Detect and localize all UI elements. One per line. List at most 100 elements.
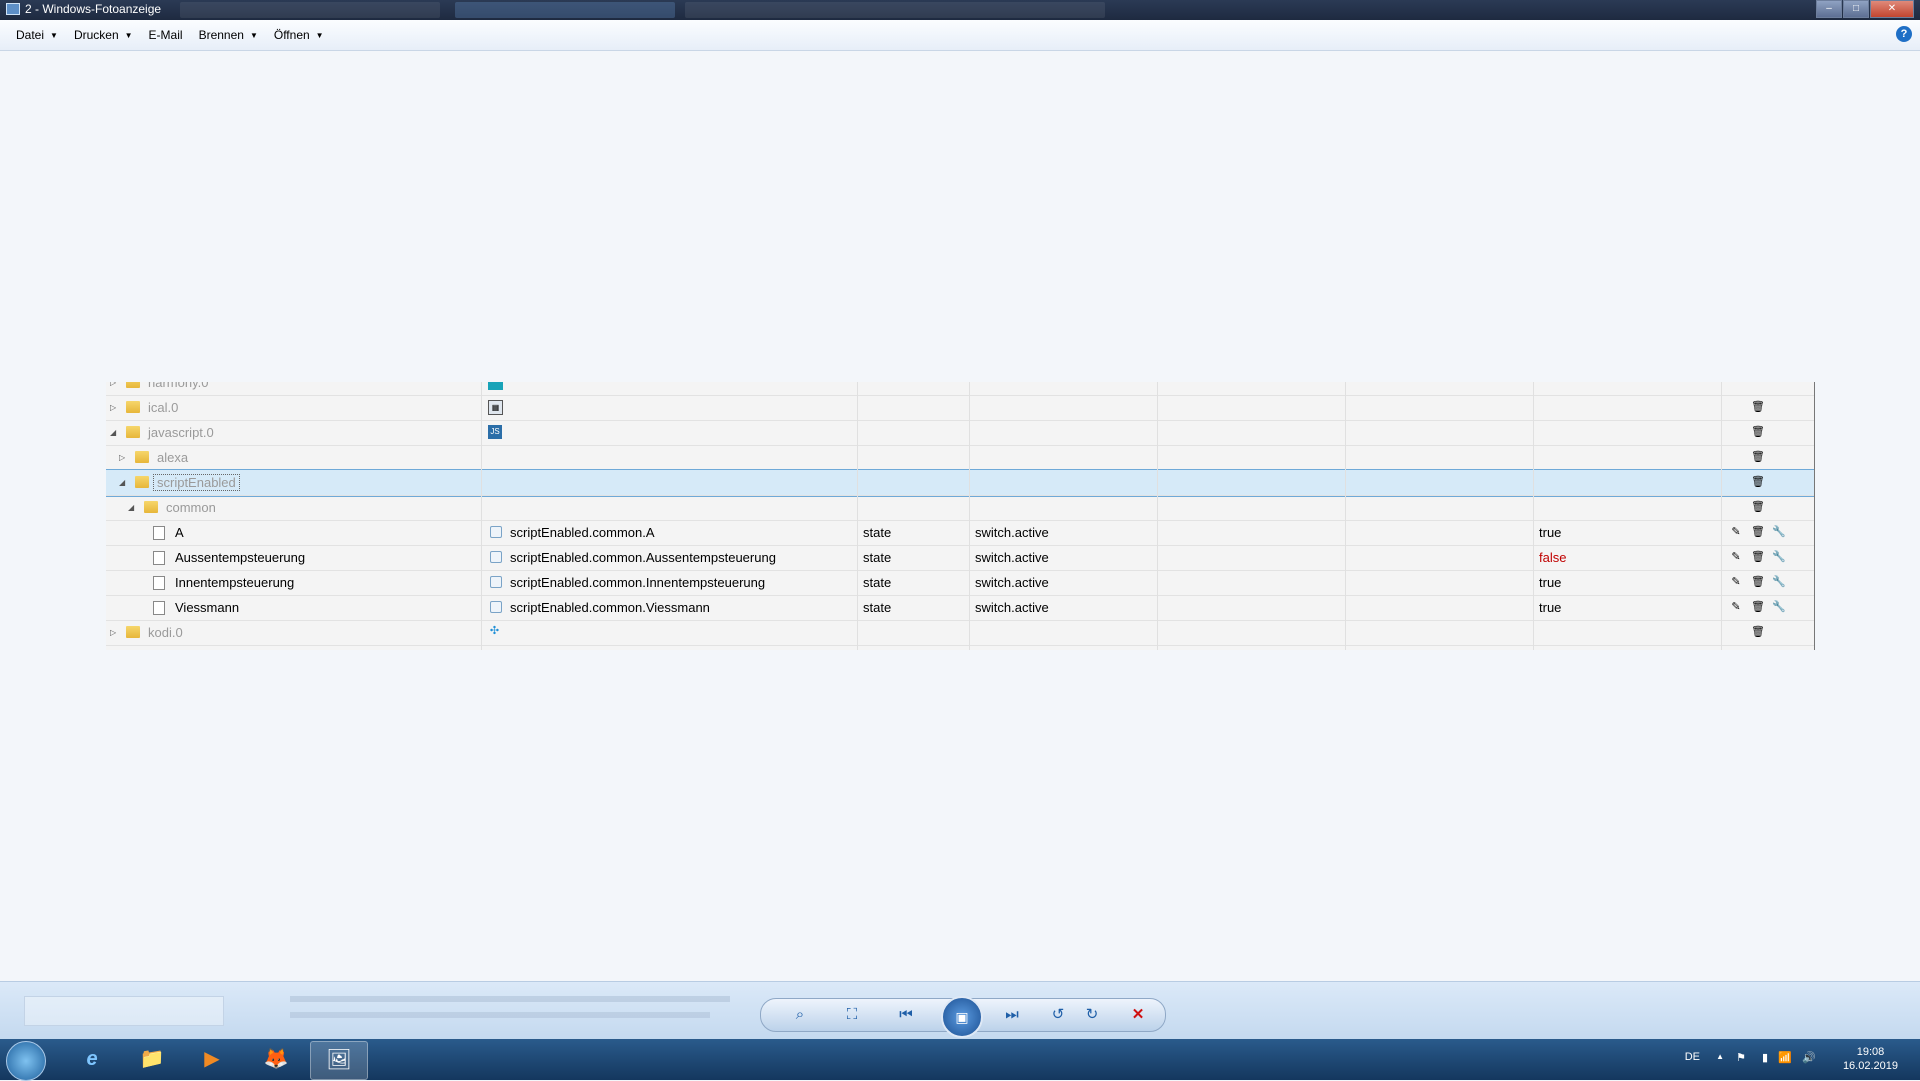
help-icon[interactable]: ? xyxy=(1896,26,1912,42)
column-divider xyxy=(969,382,970,650)
object-value[interactable]: true xyxy=(1539,570,1561,595)
start-button[interactable] xyxy=(6,1041,46,1081)
tree-row-state-aussentempsteuerung[interactable]: Aussentempsteuerung scriptEnabled.common… xyxy=(106,545,1814,571)
folder-icon xyxy=(144,501,158,513)
delete-icon[interactable]: 🗑 xyxy=(1751,499,1765,515)
wrench-icon[interactable]: 🔧 xyxy=(1772,599,1786,615)
tree-row-name: Aussentempsteuerung xyxy=(175,550,306,565)
network-icon[interactable]: 📶 xyxy=(1778,1051,1792,1064)
photo-viewer-taskbar-icon[interactable]: 🖼 xyxy=(310,1041,368,1080)
media-player-icon[interactable]: ▶ xyxy=(184,1041,240,1078)
tree-row-name: Innentempsteuerung xyxy=(175,575,295,590)
menu-email[interactable]: E-Mail xyxy=(149,28,183,42)
tree-row-javascript[interactable]: ◢ javascript.0 JS 🗑 xyxy=(106,420,1814,446)
clock-time: 19:08 xyxy=(1856,1046,1885,1058)
edit-icon[interactable]: ✎ xyxy=(1729,599,1743,615)
object-role: switch.active xyxy=(975,525,1049,540)
tree-row-name-editing[interactable]: scriptEnabled xyxy=(153,470,240,495)
blurred-tab xyxy=(180,2,440,18)
edit-icon[interactable]: ✎ xyxy=(1729,574,1743,590)
object-role: switch.active xyxy=(975,600,1049,615)
delete-image-icon[interactable]: ✕ xyxy=(1127,1005,1149,1025)
tree-row-alexa[interactable]: ▷ alexa 🗑 xyxy=(106,445,1814,471)
object-type: state xyxy=(863,600,892,615)
folder-icon xyxy=(126,401,140,413)
collapse-icon[interactable]: ◢ xyxy=(119,470,125,495)
column-divider xyxy=(1345,382,1346,650)
object-value[interactable]: true xyxy=(1539,595,1561,620)
volume-icon[interactable]: 🔊 xyxy=(1802,1051,1816,1064)
object-value[interactable]: false xyxy=(1539,545,1566,570)
tree-row-kodi[interactable]: ▷ kodi.0 ✣ 🗑 xyxy=(106,620,1814,646)
tree-row-state-innentempsteuerung[interactable]: Innentempsteuerung scriptEnabled.common.… xyxy=(106,570,1814,596)
close-button[interactable]: ✕ xyxy=(1870,0,1914,18)
state-icon xyxy=(490,551,502,563)
clock[interactable]: 19:08 16.02.2019 xyxy=(1843,1045,1898,1073)
collapse-icon[interactable]: ◢ xyxy=(128,495,134,520)
tree-row-name: kodi.0 xyxy=(148,625,183,640)
device-icon[interactable]: ▮ xyxy=(1762,1051,1768,1064)
tree-row-state-a[interactable]: A scriptEnabled.common.A state switch.ac… xyxy=(106,520,1814,546)
delete-icon[interactable]: 🗑 xyxy=(1751,399,1765,415)
object-id: scriptEnabled.common.Viessmann xyxy=(510,600,710,615)
tree-row-state-viessmann[interactable]: Viessmann scriptEnabled.common.Viessmann… xyxy=(106,595,1814,621)
delete-icon[interactable]: 🗑 xyxy=(1751,424,1765,440)
wrench-icon[interactable]: 🔧 xyxy=(1772,549,1786,565)
window-title: 2 - Windows-Fotoanzeige xyxy=(6,2,161,16)
blurred-status-text xyxy=(290,1012,710,1018)
delete-icon[interactable]: 🗑 xyxy=(1751,574,1765,590)
fit-window-icon[interactable]: ⛶ xyxy=(841,1005,863,1025)
action-center-icon[interactable]: ⚑ xyxy=(1736,1051,1746,1064)
menu-datei[interactable]: Datei ▼ xyxy=(16,28,58,42)
menu-drucken[interactable]: Drucken ▼ xyxy=(74,28,133,42)
rotate-left-icon[interactable]: ↺ xyxy=(1047,1005,1069,1025)
tree-row-name: alexa xyxy=(157,450,189,465)
zoom-icon[interactable]: ⌕ xyxy=(789,1005,811,1025)
tree-row-name: ical.0 xyxy=(148,400,179,415)
explorer-icon[interactable]: 📁 xyxy=(124,1041,180,1078)
chevron-down-icon: ▼ xyxy=(50,30,58,40)
window-titlebar: 2 - Windows-Fotoanzeige – □ ✕ xyxy=(0,0,1920,20)
menu-brennen-label: Brennen xyxy=(198,28,244,42)
minimize-button[interactable]: – xyxy=(1816,0,1842,18)
maximize-button[interactable]: □ xyxy=(1843,0,1869,18)
expand-icon[interactable]: ▷ xyxy=(119,445,125,470)
menu-oeffnen[interactable]: Öffnen ▼ xyxy=(274,28,324,42)
tree-row-scriptenabled[interactable]: ◢ scriptEnabled 🗑 xyxy=(106,469,1814,497)
previous-icon[interactable]: ⏮ xyxy=(895,1005,917,1025)
object-id: scriptEnabled.common.Innentempsteuerung xyxy=(510,575,766,590)
tree-row-partial xyxy=(106,645,1814,650)
tree-row-ical[interactable]: ▷ ical.0 ▦ 🗑 xyxy=(106,395,1814,421)
show-hidden-icons-icon[interactable]: ▲ xyxy=(1716,1052,1724,1061)
delete-icon[interactable]: 🗑 xyxy=(1751,549,1765,565)
wrench-icon[interactable]: 🔧 xyxy=(1772,524,1786,540)
file-icon xyxy=(153,526,165,540)
kodi-icon: ✣ xyxy=(489,625,500,637)
rotate-right-icon[interactable]: ↻ xyxy=(1081,1005,1103,1025)
menu-brennen[interactable]: Brennen ▼ xyxy=(199,28,258,42)
language-indicator[interactable]: DE xyxy=(1685,1051,1700,1063)
edit-icon[interactable]: ✎ xyxy=(1729,524,1743,540)
delete-icon[interactable]: 🗑 xyxy=(1751,449,1765,465)
delete-icon[interactable]: 🗑 xyxy=(1751,524,1765,540)
tree-row-common[interactable]: ◢ common 🗑 xyxy=(106,495,1814,521)
internet-explorer-icon[interactable]: e xyxy=(64,1041,120,1078)
chevron-down-icon: ▼ xyxy=(249,30,258,40)
delete-icon[interactable]: 🗑 xyxy=(1751,474,1765,490)
edit-icon[interactable]: ✎ xyxy=(1729,549,1743,565)
file-icon xyxy=(153,551,165,565)
slideshow-button[interactable]: ▣ xyxy=(941,996,983,1038)
wrench-icon[interactable]: 🔧 xyxy=(1772,574,1786,590)
javascript-icon: JS xyxy=(488,425,502,439)
firefox-icon[interactable]: 🦊 xyxy=(248,1041,304,1078)
object-value[interactable]: true xyxy=(1539,520,1561,545)
expand-icon[interactable]: ▷ xyxy=(110,620,116,645)
tree-row-name: Viessmann xyxy=(175,600,240,615)
expand-icon[interactable]: ▷ xyxy=(110,395,116,420)
next-icon[interactable]: ⏭ xyxy=(1001,1005,1023,1025)
collapse-icon[interactable]: ◢ xyxy=(110,420,116,445)
delete-icon[interactable]: 🗑 xyxy=(1751,599,1765,615)
delete-icon[interactable]: 🗑 xyxy=(1751,624,1765,640)
object-tree-image: ▷ harmony.0 ▷ ical.0 ▦ 🗑 ◢ javascript.0 … xyxy=(106,382,1815,650)
folder-icon xyxy=(126,626,140,638)
